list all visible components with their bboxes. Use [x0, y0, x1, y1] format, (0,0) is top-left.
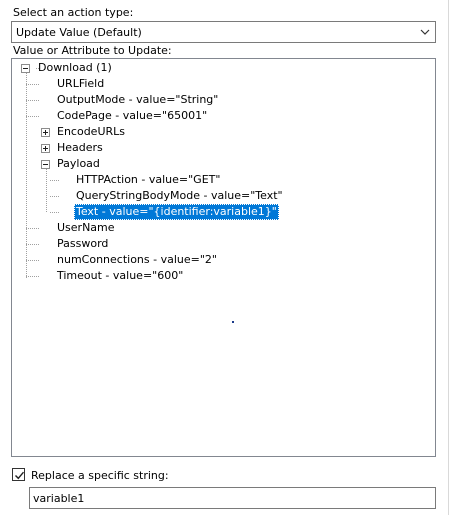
tree-node-encodeurls[interactable]: EncodeURLs: [55, 124, 127, 140]
tree-node-payload[interactable]: Payload: [55, 156, 102, 172]
chevron-down-icon: [420, 27, 430, 37]
tree-node-querystringbodymode[interactable]: QueryStringBodyMode - value="Text": [74, 188, 285, 204]
tree-node-download[interactable]: Download (1): [36, 60, 114, 76]
tree-connector: [26, 228, 40, 229]
replace-string-input[interactable]: variable1: [29, 487, 436, 509]
tree-connector: [26, 73, 27, 278]
tree-node-codepage[interactable]: CodePage - value="65001": [55, 108, 209, 124]
expand-toggle-encodeurls[interactable]: [41, 128, 50, 137]
replace-string-value: variable1: [33, 492, 85, 505]
action-panel: Select an action type: Update Value (Def…: [0, 0, 448, 515]
tree-label: Value or Attribute to Update:: [13, 44, 172, 57]
tree-node-outputmode[interactable]: OutputMode - value="String": [55, 92, 220, 108]
tree-connector: [26, 84, 40, 85]
tree-connector: [50, 196, 60, 197]
tree-connector: [46, 169, 47, 213]
expand-toggle-headers[interactable]: [41, 144, 50, 153]
replace-string-label: Replace a specific string:: [31, 469, 169, 482]
checkmark-icon: [15, 471, 25, 480]
tree-node-urlfield[interactable]: URLField: [55, 76, 106, 92]
tree-node-httpaction[interactable]: HTTPAction - value="GET": [74, 172, 222, 188]
tree-connector: [50, 212, 60, 213]
action-type-select[interactable]: Update Value (Default): [11, 21, 436, 43]
tree-connector: [26, 116, 40, 117]
stray-dot: [232, 321, 234, 323]
action-type-label: Select an action type:: [13, 6, 134, 19]
tree-node-timeout[interactable]: Timeout - value="600": [55, 268, 185, 284]
action-type-value: Update Value (Default): [16, 26, 142, 39]
value-tree[interactable]: Download (1) URLField OutputMode - value…: [11, 58, 436, 457]
tree-node-headers[interactable]: Headers: [55, 140, 105, 156]
collapse-toggle-payload[interactable]: [41, 160, 50, 169]
tree-connector: [50, 180, 60, 181]
tree-connector: [26, 244, 40, 245]
tree-connector: [26, 260, 40, 261]
panel-right-border: [448, 0, 449, 515]
collapse-toggle-download[interactable]: [21, 64, 30, 73]
tree-node-password[interactable]: Password: [55, 236, 110, 252]
tree-node-username[interactable]: UserName: [55, 220, 117, 236]
tree-connector: [26, 276, 40, 277]
replace-string-checkbox[interactable]: [12, 468, 25, 481]
tree-node-numconnections[interactable]: numConnections - value="2": [55, 252, 219, 268]
tree-connector: [26, 100, 40, 101]
tree-node-text-selected[interactable]: Text - value="{identifier:variable1}": [74, 204, 279, 220]
